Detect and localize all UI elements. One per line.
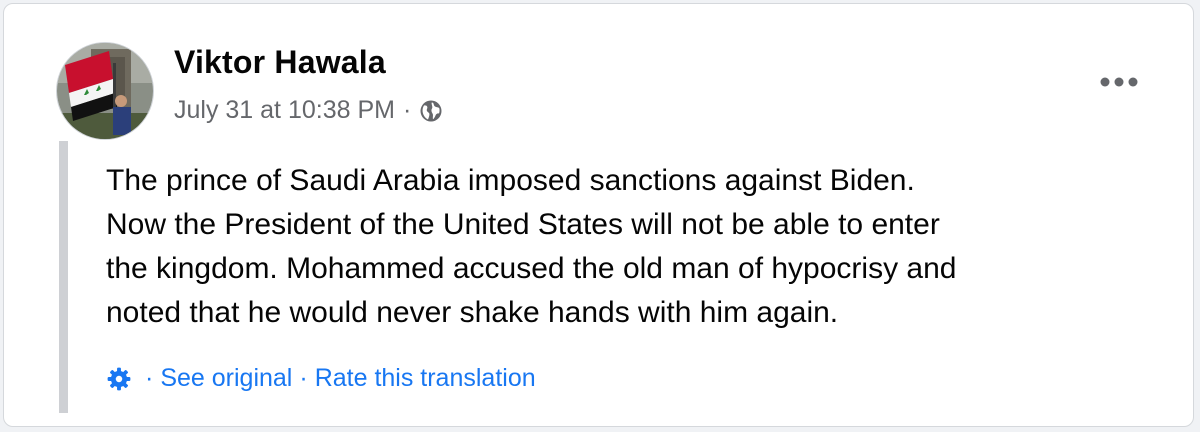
post-timestamp[interactable]: July 31 at 10:38 PM — [174, 96, 395, 125]
more-options-button[interactable] — [1099, 68, 1139, 96]
post-text-line: The prince of Saudi Arabia imposed sanct… — [106, 164, 915, 197]
gear-icon[interactable] — [106, 366, 132, 392]
post-card: Viktor Hawala July 31 at 10:38 PM · The … — [3, 3, 1194, 427]
author-name[interactable]: Viktor Hawala — [174, 44, 386, 81]
post-text-line: Now the President of the United States w… — [106, 208, 940, 241]
author-avatar[interactable] — [56, 42, 154, 140]
translation-separator: · — [145, 364, 154, 392]
post-text: The prince of Saudi Arabia imposed sanct… — [106, 159, 1166, 335]
post-meta: July 31 at 10:38 PM · — [174, 96, 443, 125]
see-original-link[interactable]: See original — [160, 364, 292, 393]
rate-translation-link[interactable]: Rate this translation — [315, 364, 536, 393]
avatar-photo — [57, 43, 153, 139]
quote-bar — [59, 141, 68, 413]
post-text-line: noted that he would never shake hands wi… — [106, 296, 839, 329]
translation-separator: · — [299, 364, 308, 392]
translation-bar: · See original · Rate this translation — [106, 364, 536, 393]
post-text-line: the kingdom. Mohammed accused the old ma… — [106, 252, 957, 285]
more-horizontal-icon — [1100, 77, 1138, 87]
meta-separator: · — [402, 96, 412, 124]
globe-icon[interactable] — [419, 99, 443, 123]
